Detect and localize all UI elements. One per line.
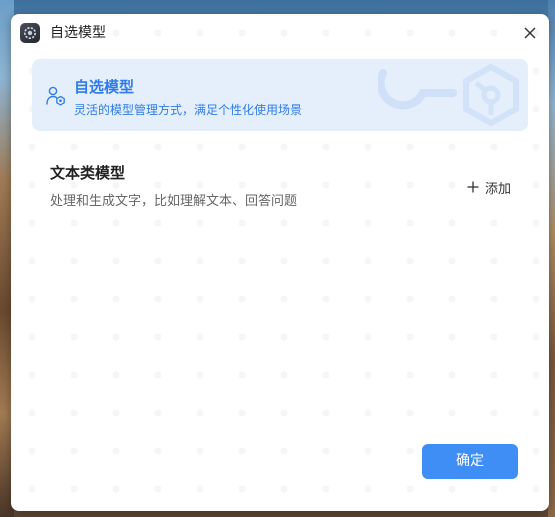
- banner-decoration-icon: [378, 63, 519, 127]
- info-banner: 自选模型 灵活的模型管理方式，满足个性化使用场景: [32, 59, 528, 131]
- text-models-title: 文本类模型: [50, 164, 126, 182]
- title-bar: 自选模型: [11, 14, 549, 52]
- banner-subtitle: 灵活的模型管理方式，满足个性化使用场景: [74, 103, 303, 117]
- banner-title: 自选模型: [74, 78, 135, 96]
- user-settings-icon: [46, 86, 65, 106]
- plus-icon: [467, 181, 479, 193]
- text-models-description: 处理和生成文字，比如理解文本、回答问题: [50, 194, 298, 209]
- model-selection-dialog: 自选模型 自选模型 灵活的模型管理方式，满足个性化使用场景 文本类模型 处理和生…: [11, 14, 549, 511]
- confirm-button[interactable]: 确定: [422, 444, 518, 479]
- window-title: 自选模型: [50, 25, 106, 41]
- desktop-background-right: [548, 0, 555, 517]
- add-model-label: 添加: [484, 181, 511, 197]
- add-model-button[interactable]: 添加: [467, 177, 511, 197]
- app-gear-icon: [20, 23, 40, 43]
- close-icon[interactable]: [521, 24, 539, 42]
